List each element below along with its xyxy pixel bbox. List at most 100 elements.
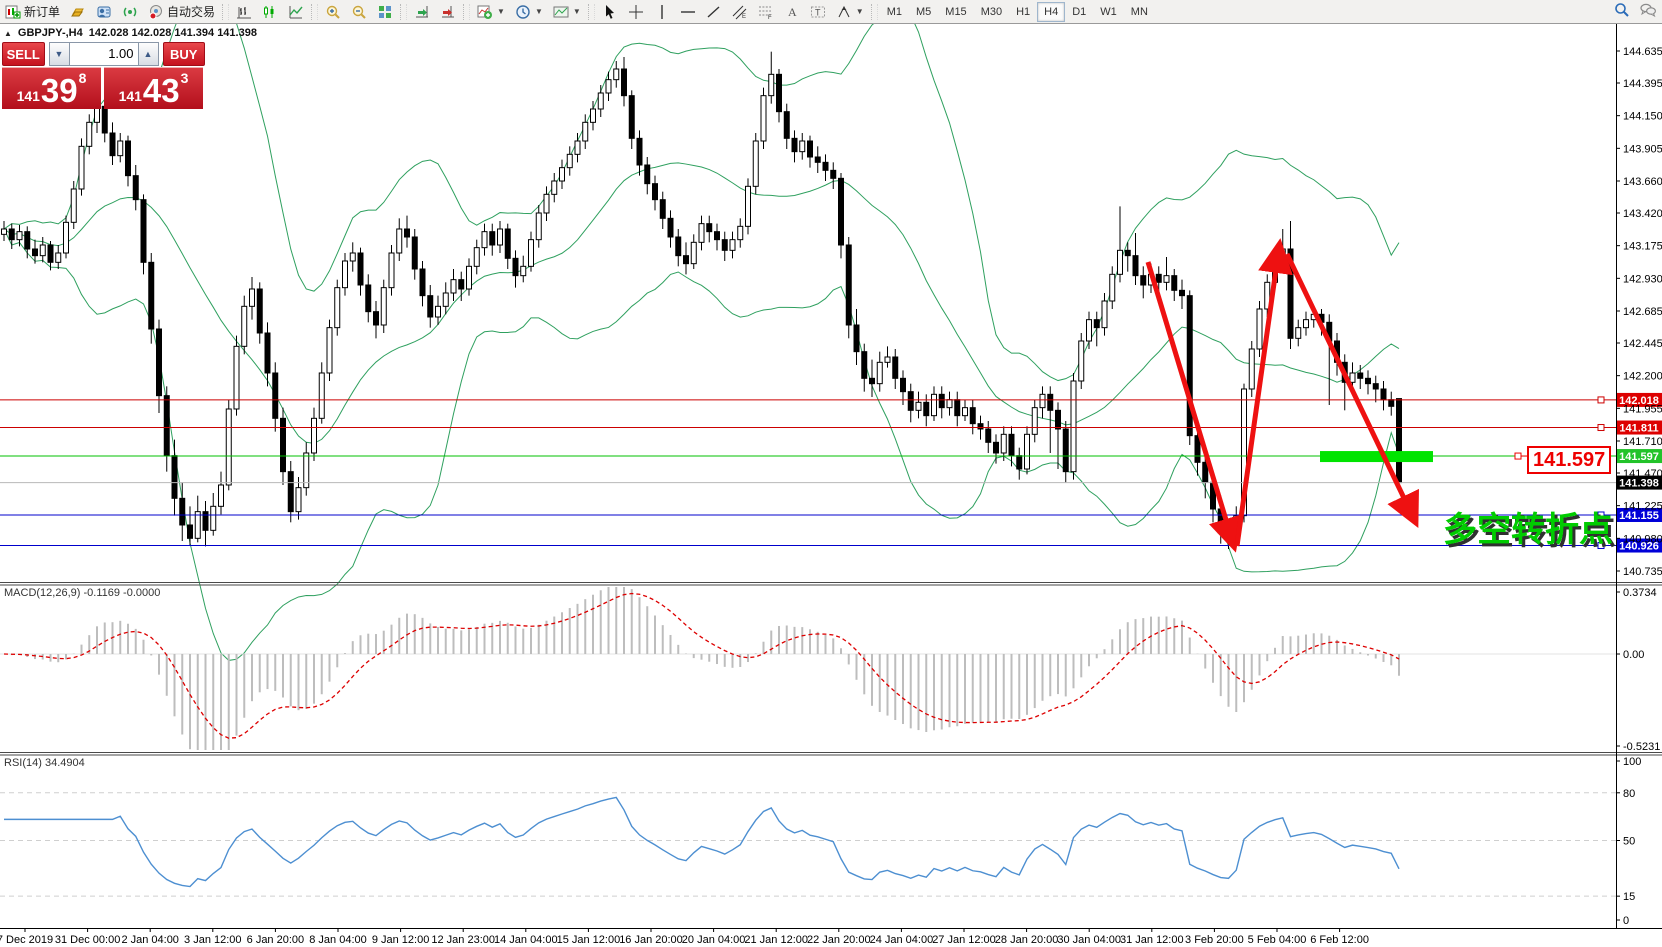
chart-shift-icon — [440, 4, 456, 20]
svg-text:6 Feb 12:00: 6 Feb 12:00 — [1310, 934, 1369, 946]
cursor-icon — [602, 4, 618, 20]
timeframe-m30[interactable]: M30 — [974, 2, 1009, 22]
chart-type-group — [231, 1, 309, 23]
svg-text:143.660: 143.660 — [1623, 176, 1662, 188]
timeframe-mn[interactable]: MN — [1124, 2, 1155, 22]
svg-text:142.445: 142.445 — [1623, 338, 1662, 350]
svg-text:144.635: 144.635 — [1623, 46, 1662, 58]
tile-windows-button[interactable] — [372, 1, 398, 23]
horizontal-line-button[interactable] — [675, 1, 701, 23]
zoom-out-icon — [351, 4, 367, 20]
svg-text:31 Jan 12:00: 31 Jan 12:00 — [1120, 934, 1184, 946]
svg-text:141.710: 141.710 — [1623, 436, 1662, 448]
templates-button[interactable]: ▼ — [548, 1, 586, 23]
timeframe-w1[interactable]: W1 — [1093, 2, 1124, 22]
text-icon: A — [784, 4, 800, 20]
one-click-trading-panel: SELL ▼ 1.00 ▲ BUY 141 39 8 141 43 3 — [2, 42, 205, 109]
vertical-line-button[interactable] — [649, 1, 675, 23]
trendline-button[interactable] — [701, 1, 727, 23]
toolbar-separator — [588, 4, 595, 20]
sell-price-big: 39 — [41, 76, 78, 106]
chat-icon[interactable] — [1640, 2, 1656, 18]
zoom-out-button[interactable] — [346, 1, 372, 23]
toolbar-separator — [222, 4, 229, 20]
arrows-button[interactable]: ▼ — [831, 1, 869, 23]
sell-button[interactable]: SELL — [2, 42, 45, 66]
zoom-group — [320, 1, 398, 23]
bar-chart-button[interactable] — [231, 1, 257, 23]
highlight-bar[interactable] — [1320, 451, 1433, 462]
crosshair-button[interactable] — [623, 1, 649, 23]
clock-icon — [515, 4, 531, 20]
buy-button[interactable]: BUY — [163, 42, 206, 66]
svg-text:8 Jan 04:00: 8 Jan 04:00 — [309, 934, 367, 946]
gold-button[interactable] — [65, 1, 91, 23]
new-order-icon — [5, 4, 21, 20]
sell-price-display[interactable]: 141 39 8 — [2, 67, 101, 109]
text-button[interactable]: A — [779, 1, 805, 23]
new-order-button[interactable]: 新订单 — [0, 1, 65, 23]
volume-decrease-button[interactable]: ▼ — [49, 42, 70, 66]
timeframe-m1[interactable]: M1 — [880, 2, 909, 22]
periods-button[interactable]: ▼ — [510, 1, 548, 23]
line-chart-icon — [288, 4, 304, 20]
svg-text:3 Feb 20:00: 3 Feb 20:00 — [1185, 934, 1244, 946]
candlestick-chart-button[interactable] — [257, 1, 283, 23]
rsi-name: RSI(14) — [4, 757, 42, 769]
volume-increase-button[interactable]: ▲ — [138, 42, 159, 66]
auto-scroll-icon — [414, 4, 430, 20]
svg-text:-0.5231: -0.5231 — [1623, 741, 1660, 753]
buy-price-display[interactable]: 141 43 3 — [104, 67, 203, 109]
svg-text:5 Feb 04:00: 5 Feb 04:00 — [1248, 934, 1307, 946]
mt4-window: { "toolbar": { "new_order_label": "新订单",… — [0, 0, 1662, 947]
timeframe-d1[interactable]: D1 — [1065, 2, 1093, 22]
text-label-button[interactable]: T — [805, 1, 831, 23]
svg-text:142.685: 142.685 — [1623, 306, 1662, 318]
cursor-button[interactable] — [597, 1, 623, 23]
search-icon[interactable] — [1614, 2, 1630, 18]
signals-button[interactable] — [117, 1, 143, 23]
indicators-button[interactable]: ▼ — [472, 1, 510, 23]
auto-scroll-button[interactable] — [409, 1, 435, 23]
template-icon — [553, 4, 569, 20]
svg-text:143.175: 143.175 — [1623, 241, 1662, 253]
svg-text:15: 15 — [1623, 891, 1635, 903]
chart-shift-button[interactable] — [435, 1, 461, 23]
chart-header: ▲ GBPJPY-,H4 142.028 142.028 141.394 141… — [4, 27, 257, 39]
channel-button[interactable]: E — [727, 1, 753, 23]
fibonacci-icon: F — [758, 4, 774, 20]
chart-canvas[interactable]: 142.018141.811141.597141.398141.155140.9… — [0, 0, 1662, 947]
auto-trading-button[interactable]: 自动交易 — [143, 1, 220, 23]
timeframe-m15[interactable]: M15 — [938, 2, 973, 22]
volume-input[interactable]: 1.00 — [70, 42, 138, 66]
svg-text:100: 100 — [1623, 756, 1641, 768]
sell-price-sup: 8 — [79, 70, 87, 86]
chevron-down-icon: ▼ — [535, 7, 543, 16]
zoom-in-icon — [325, 4, 341, 20]
svg-text:142.930: 142.930 — [1623, 273, 1662, 285]
chevron-down-icon: ▼ — [573, 7, 581, 16]
svg-text:7 Dec 2019: 7 Dec 2019 — [0, 934, 53, 946]
auto-trading-icon — [148, 4, 164, 20]
tile-windows-icon — [377, 4, 393, 20]
timeframe-h4[interactable]: H4 — [1037, 2, 1065, 22]
price-box-annotation[interactable]: 141.597 — [1527, 446, 1611, 474]
arrow-objects-icon — [836, 4, 852, 20]
line-chart-button[interactable] — [283, 1, 309, 23]
collapse-arrow-icon[interactable]: ▲ — [4, 29, 12, 38]
svg-text:6 Jan 20:00: 6 Jan 20:00 — [247, 934, 305, 946]
zoom-in-button[interactable] — [320, 1, 346, 23]
ohlc-values: 142.028 142.028 141.394 141.398 — [89, 27, 257, 39]
signal-icon — [122, 4, 138, 20]
toolbar-separator — [400, 4, 407, 20]
turning-point-annotation: 多空转折点 — [1443, 502, 1613, 551]
svg-text:144.150: 144.150 — [1623, 111, 1662, 123]
timeframe-m5[interactable]: M5 — [909, 2, 938, 22]
fibonacci-button[interactable]: F — [753, 1, 779, 23]
toolbar-separator — [311, 4, 318, 20]
macd-name: MACD(12,26,9) — [4, 587, 80, 599]
funds-button[interactable] — [91, 1, 117, 23]
buy-price-big: 43 — [143, 76, 180, 106]
svg-text:12 Jan 23:00: 12 Jan 23:00 — [431, 934, 495, 946]
timeframe-h1[interactable]: H1 — [1009, 2, 1037, 22]
